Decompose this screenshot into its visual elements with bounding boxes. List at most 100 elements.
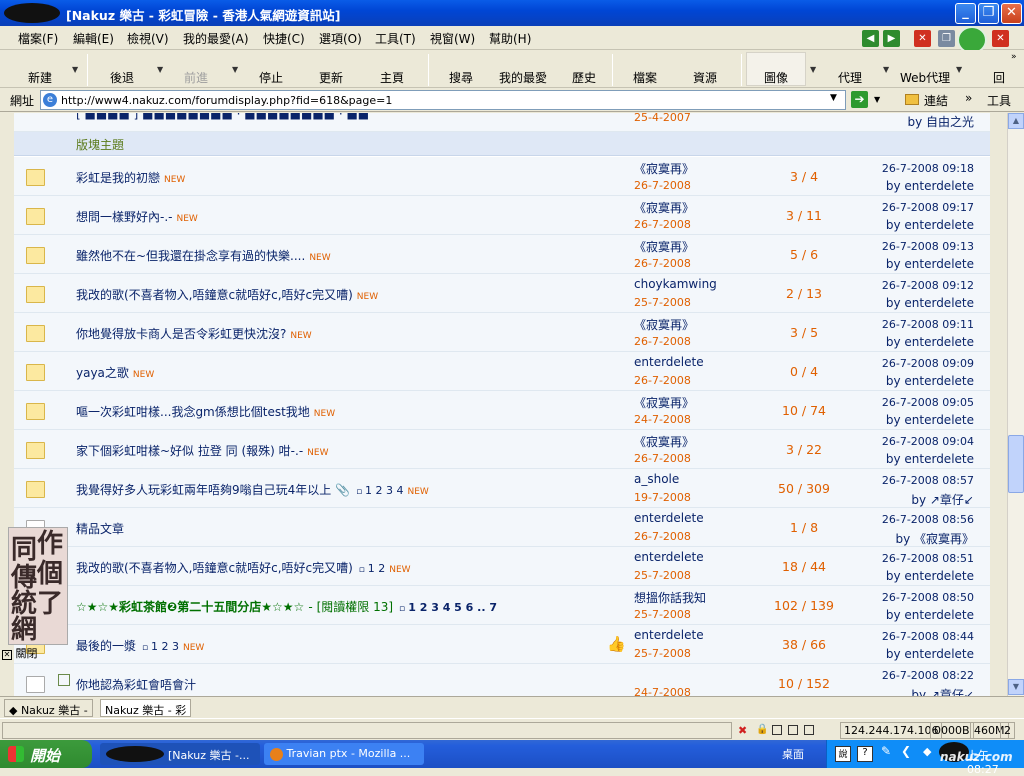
thread-last-post-date[interactable]: 26-7-2008 09:17 — [882, 201, 974, 214]
thread-page-links[interactable]: 1 2 3 4 5 6 .. 7 — [408, 601, 497, 614]
thread-pages[interactable]: ▫ 1 2 — [359, 562, 385, 575]
proxy-button[interactable]: 代理 — [838, 69, 862, 86]
task-nakuz[interactable]: [Nakuz 樂古 -... — [100, 743, 260, 765]
thread-last-post-by[interactable]: by 《寂寞再》 — [895, 530, 974, 547]
webproxy-button[interactable]: Web代理 — [900, 69, 950, 86]
thread-author[interactable]: 想搵你話我知 — [634, 589, 706, 606]
images-dropdown-icon[interactable]: ▼ — [810, 65, 816, 74]
menu-shortcuts[interactable]: 快捷(C) — [263, 30, 305, 47]
page-icon[interactable] — [772, 725, 782, 735]
resources-button[interactable]: 資源 — [693, 69, 717, 86]
thread-author[interactable]: 《寂寞再》 — [634, 433, 694, 450]
go-button[interactable]: ➔ — [851, 91, 868, 108]
close-all-icon[interactable]: ✕ — [992, 30, 1009, 47]
back-button[interactable]: 後退 — [110, 69, 134, 86]
scroll-up-icon[interactable]: ▲ — [1008, 113, 1024, 129]
new-dropdown-icon[interactable]: ▼ — [72, 65, 78, 74]
thread-author[interactable]: choykamwing — [634, 277, 717, 291]
menu-window[interactable]: 視窗(W) — [430, 30, 475, 47]
minimize-button[interactable]: _ — [955, 3, 976, 24]
thread-last-post-date[interactable]: 26-7-2008 08:57 — [882, 474, 974, 487]
thread-title-link[interactable]: 嘔一次彩虹咁樣...我念gm係想比個test我地 NEW — [76, 403, 335, 420]
menu-file[interactable]: 檔案(F) — [18, 30, 58, 47]
thread-last-post-by[interactable]: by enterdelete — [886, 647, 974, 661]
thread-last-post-by[interactable]: by enterdelete — [886, 413, 974, 427]
refresh-button[interactable]: 更新 — [319, 69, 343, 86]
thread-title-link[interactable]: yaya之歌 NEW — [76, 364, 154, 381]
side-floating-ad[interactable]: 作 個 了 同 傳 統 網 — [8, 527, 68, 645]
webproxy-dropdown-icon[interactable]: ▼ — [956, 65, 962, 74]
history-button[interactable]: 歷史 — [572, 69, 596, 86]
thread-last-post-date[interactable]: 26-7-2008 08:51 — [882, 552, 974, 565]
thread-page-links[interactable]: 1 2 3 — [151, 640, 179, 653]
tab-nakuz-1[interactable]: ◆ Nakuz 樂古 - — [4, 699, 93, 717]
thread-last-post-by[interactable]: by enterdelete — [886, 335, 974, 349]
thread-last-post-by[interactable]: by enterdelete — [886, 569, 974, 583]
images-button[interactable]: 圖像 — [764, 69, 788, 86]
scroll-thumb[interactable] — [1008, 435, 1024, 493]
thread-last-post-date[interactable]: 26-7-2008 08:44 — [882, 630, 974, 643]
block-icon[interactable]: ✖ — [738, 724, 747, 737]
thread-last-post-date[interactable]: 26-7-2008 09:13 — [882, 240, 974, 253]
menu-favorites[interactable]: 我的最愛(A) — [183, 30, 249, 47]
thread-last-post-by[interactable]: by ↗章仔↙ — [911, 686, 974, 696]
thread-author[interactable]: enterdelete — [634, 355, 704, 369]
menu-edit[interactable]: 編輯(E) — [73, 30, 114, 47]
menu-tools[interactable]: 工具(T) — [375, 30, 416, 47]
forward-button[interactable]: 前進 — [184, 69, 208, 86]
tools-button[interactable]: 工具 — [987, 92, 1011, 109]
thread-title-link[interactable]: 我改的歌(不喜者物入,唔鐘意c就唔好c,唔好c完又嘈) NEW — [76, 286, 378, 303]
ad-close-button[interactable]: ✕ 關閉 — [2, 645, 38, 661]
thread-title-link[interactable]: 彩虹是我的初戀 NEW — [76, 169, 185, 186]
thread-last-post-by[interactable]: by enterdelete — [886, 257, 974, 271]
toolbar-chevron-icon[interactable]: » — [1011, 52, 1017, 62]
pin-icon[interactable]: ✎ — [881, 744, 891, 758]
thread-title-link[interactable]: 你地覺得放卡商人是否令彩虹更快沈沒? NEW — [76, 325, 312, 342]
new-button[interactable]: 新建 — [28, 69, 52, 86]
thread-last-post-date[interactable]: 26-7-2008 09:12 — [882, 279, 974, 292]
proxy-dropdown-icon[interactable]: ▼ — [883, 65, 889, 74]
url-input[interactable]: e http://www4.nakuz.com/forumdisplay.php… — [40, 90, 846, 110]
start-button[interactable]: 開始 — [0, 740, 92, 768]
menu-options[interactable]: 選項(O) — [319, 30, 362, 47]
thread-last-post-date[interactable]: 26-7-2008 08:22 — [882, 669, 974, 682]
thread-last-post-date[interactable]: 26-7-2008 08:56 — [882, 513, 974, 526]
prev-window-icon[interactable]: ◀ — [862, 30, 879, 47]
thread-last-post-date[interactable]: 26-7-2008 09:04 — [882, 435, 974, 448]
thread-author[interactable]: 《寂寞再》 — [634, 160, 694, 177]
thread-last-post-date[interactable]: 26-7-2008 09:18 — [882, 162, 974, 175]
thread-author[interactable]: enterdelete — [634, 628, 704, 642]
thread-title-link[interactable]: 最後的一漿 ▫ 1 2 3 NEW — [76, 637, 204, 654]
tray-expand-icon[interactable]: ❮ — [901, 744, 911, 758]
tab-nakuz-2[interactable]: Nakuz 樂古 - 彩 — [100, 699, 192, 717]
menu-view[interactable]: 檢視(V) — [127, 30, 169, 47]
links-chevron-icon[interactable]: » — [965, 91, 972, 105]
more-button[interactable]: 回 — [993, 69, 1005, 86]
thread-author[interactable]: 《寂寞再》 — [634, 199, 694, 216]
thread-title-link[interactable]: 我改的歌(不喜者物入,唔鐘意c就唔好c,唔好c完又嘈) ▫ 1 2 NEW — [76, 559, 411, 576]
thread-last-post-by[interactable]: by enterdelete — [886, 296, 974, 310]
thread-page-links[interactable]: 1 2 3 4 — [365, 484, 403, 497]
thread-title-link[interactable]: 精品文章 — [76, 520, 124, 537]
partial-row-title[interactable]: [ ■■■■ ] ■■■■■■■■ · ■■■■■■■■ · ■■ — [76, 113, 369, 121]
menu-help[interactable]: 幫助(H) — [489, 30, 531, 47]
thread-last-post-date[interactable]: 26-7-2008 09:11 — [882, 318, 974, 331]
thread-pages[interactable]: ▫ 1 2 3 4 — [356, 484, 403, 497]
speaker-icon[interactable]: ◆ — [923, 745, 931, 758]
thread-author[interactable]: a_shole — [634, 472, 679, 486]
thread-author[interactable]: 《寂寞再》 — [634, 238, 694, 255]
search-button[interactable]: 搜尋 — [449, 69, 473, 86]
favorites-button[interactable]: 我的最愛 — [499, 69, 547, 86]
restore-tab-icon[interactable]: ❐ — [938, 30, 955, 47]
help-icon[interactable]: ? — [857, 746, 873, 762]
thread-last-post-by[interactable]: by enterdelete — [886, 452, 974, 466]
thread-title-link[interactable]: 我覺得好多人玩彩虹兩年唔夠9嗡自己玩4年以上 📎 ▫ 1 2 3 4 NEW — [76, 481, 429, 498]
thread-last-post-by[interactable]: by ↗章仔↙ — [911, 491, 974, 508]
back-dropdown-icon[interactable]: ▼ — [157, 65, 163, 74]
task-firefox[interactable]: Travian ptx - Mozilla ... — [264, 743, 424, 765]
thread-author[interactable]: enterdelete — [634, 550, 704, 564]
next-window-icon[interactable]: ▶ — [883, 30, 900, 47]
vertical-scrollbar[interactable]: ▲ ▼ — [1007, 113, 1024, 696]
go-dropdown-icon[interactable]: ▼ — [874, 95, 880, 104]
nav-icon[interactable] — [788, 725, 798, 735]
